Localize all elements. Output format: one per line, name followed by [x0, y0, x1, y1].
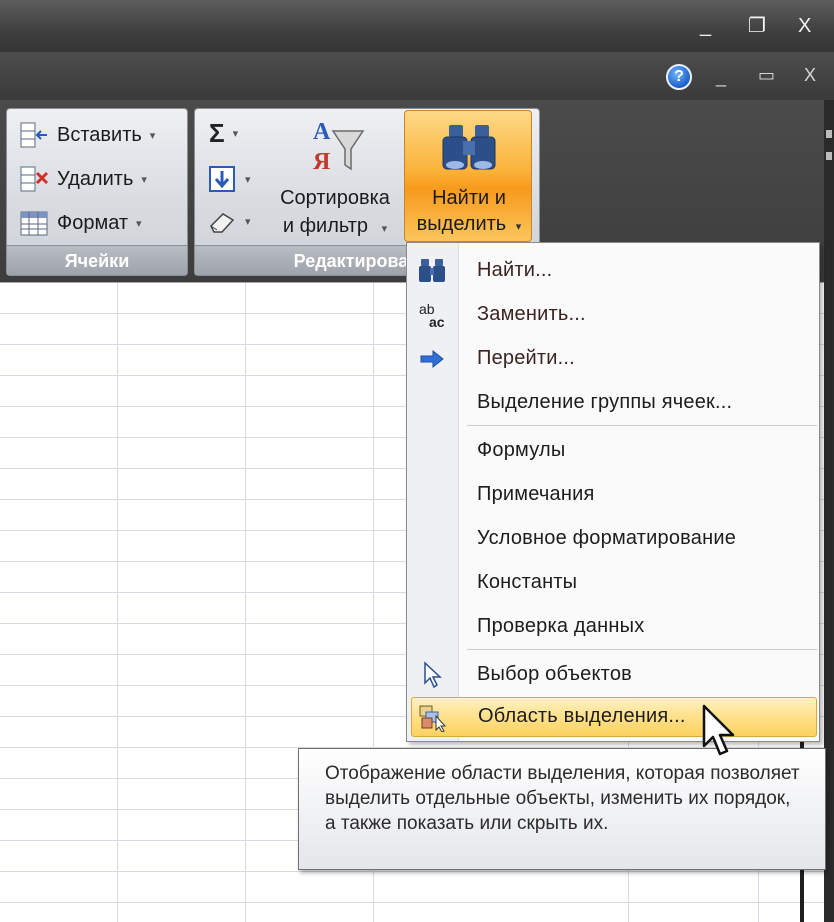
menu-item-comments[interactable]: Примечания [407, 475, 819, 515]
format-label: Формат [57, 211, 129, 234]
insert-dropdown-icon: ▾ [149, 129, 156, 142]
binoculars-icon [417, 257, 447, 285]
sort-filter-button[interactable]: A Я Сортировка и фильтр ▾ [265, 113, 405, 245]
sort-filter-label-2: и фильтр [282, 215, 369, 237]
menu-item-label: Условное форматирование [477, 527, 737, 549]
sort-filter-dropdown-icon: ▾ [381, 223, 388, 235]
tooltip-text: Отображение области выделения, которая п… [325, 763, 800, 834]
find-select-label-1: Найти и [432, 187, 506, 209]
menu-separator [467, 649, 817, 650]
binoculars-icon [439, 119, 499, 175]
menu-item-label: Найти... [477, 259, 553, 281]
autosum-button[interactable]: Σ ▾ [209, 115, 238, 151]
find-select-menu: Найти... ab ac Заменить... Перейти... Вы… [406, 242, 820, 742]
find-select-label-2: выделить [416, 213, 507, 235]
insert-button[interactable]: Вставить ▾ [19, 117, 155, 153]
sort-filter-label-2-wrap: и фильтр ▾ [265, 213, 405, 243]
menu-bar [0, 52, 834, 100]
sort-filter-icon: A Я [309, 117, 365, 175]
clear-button[interactable]: ▾ [207, 203, 251, 239]
menu-item-label: Перейти... [477, 347, 575, 369]
svg-text:A: A [313, 119, 331, 145]
fill-button[interactable]: ▾ [207, 161, 251, 197]
menu-item-goto-special[interactable]: Выделение группы ячеек... [407, 383, 819, 423]
delete-button[interactable]: Удалить ▾ [19, 161, 147, 197]
workbook-close-button[interactable]: X [804, 66, 816, 84]
window-minimize-button[interactable]: _ [700, 16, 711, 36]
insert-cells-icon [19, 120, 49, 150]
menu-item-selection-pane[interactable]: Область выделения... [411, 697, 817, 737]
sigma-icon: Σ [209, 117, 225, 148]
delete-dropdown-icon: ▾ [141, 173, 147, 186]
menu-item-label: Формулы [477, 439, 566, 461]
menu-item-data-validation[interactable]: Проверка данных [407, 607, 819, 647]
menu-separator [467, 425, 817, 426]
cells-group-label: Ячейки [7, 245, 187, 275]
menu-item-select-objects[interactable]: Выбор объектов [407, 655, 819, 695]
fill-dropdown-icon: ▾ [245, 173, 251, 186]
menu-item-label: Выделение группы ячеек... [477, 391, 733, 413]
menu-item-constants[interactable]: Константы [407, 563, 819, 603]
eraser-icon [207, 206, 237, 236]
delete-label: Удалить [57, 167, 134, 190]
menu-item-formulas[interactable]: Формулы [407, 431, 819, 471]
selection-pane-tooltip: Отображение области выделения, которая п… [298, 748, 826, 870]
find-select-label-2-wrap: выделить ▾ [405, 211, 533, 241]
selection-pane-icon [418, 704, 448, 733]
fill-down-icon [207, 164, 237, 194]
delete-cells-icon [19, 164, 49, 194]
title-bar: _ ❐ X [0, 0, 834, 52]
arrow-right-icon [417, 345, 447, 373]
menu-item-label: Константы [477, 571, 578, 593]
replace-icon-bottom-text: ac [429, 314, 445, 330]
clear-dropdown-icon: ▾ [245, 215, 251, 228]
menu-item-replace[interactable]: ab ac Заменить... [407, 295, 819, 335]
menu-item-goto[interactable]: Перейти... [407, 339, 819, 379]
menu-item-label: Заменить... [477, 303, 586, 325]
window-close-button[interactable]: X [798, 16, 811, 36]
menu-item-label: Примечания [477, 483, 595, 505]
find-select-button[interactable]: Найти и выделить ▾ [404, 110, 532, 242]
menu-item-label: Область выделения... [478, 705, 686, 727]
workbook-minimize-button[interactable]: _ [716, 68, 726, 86]
help-icon[interactable]: ? [666, 64, 692, 90]
sort-filter-label-1: Сортировка [280, 187, 390, 209]
menu-item-find[interactable]: Найти... [407, 251, 819, 291]
menu-item-conditional-formatting[interactable]: Условное форматирование [407, 519, 819, 559]
workbook-restore-button[interactable]: ▭ [758, 66, 775, 84]
format-dropdown-icon: ▾ [136, 217, 142, 230]
window-restore-button[interactable]: ❐ [748, 16, 766, 36]
format-button[interactable]: Формат ▾ [19, 205, 142, 241]
find-select-dropdown-icon: ▾ [515, 221, 522, 233]
insert-label: Вставить [57, 123, 142, 146]
svg-text:Я: Я [313, 149, 330, 175]
autosum-dropdown-icon: ▾ [232, 127, 239, 140]
menu-item-label: Проверка данных [477, 615, 645, 637]
pointer-icon [417, 661, 447, 689]
menu-item-label: Выбор объектов [477, 663, 632, 685]
cells-group: Вставить ▾ Удалить ▾ Формат ▾ Ячейки [6, 108, 188, 276]
mouse-pointer-icon [700, 704, 740, 764]
replace-icon: ab ac [417, 301, 447, 329]
format-cells-icon [19, 208, 49, 238]
